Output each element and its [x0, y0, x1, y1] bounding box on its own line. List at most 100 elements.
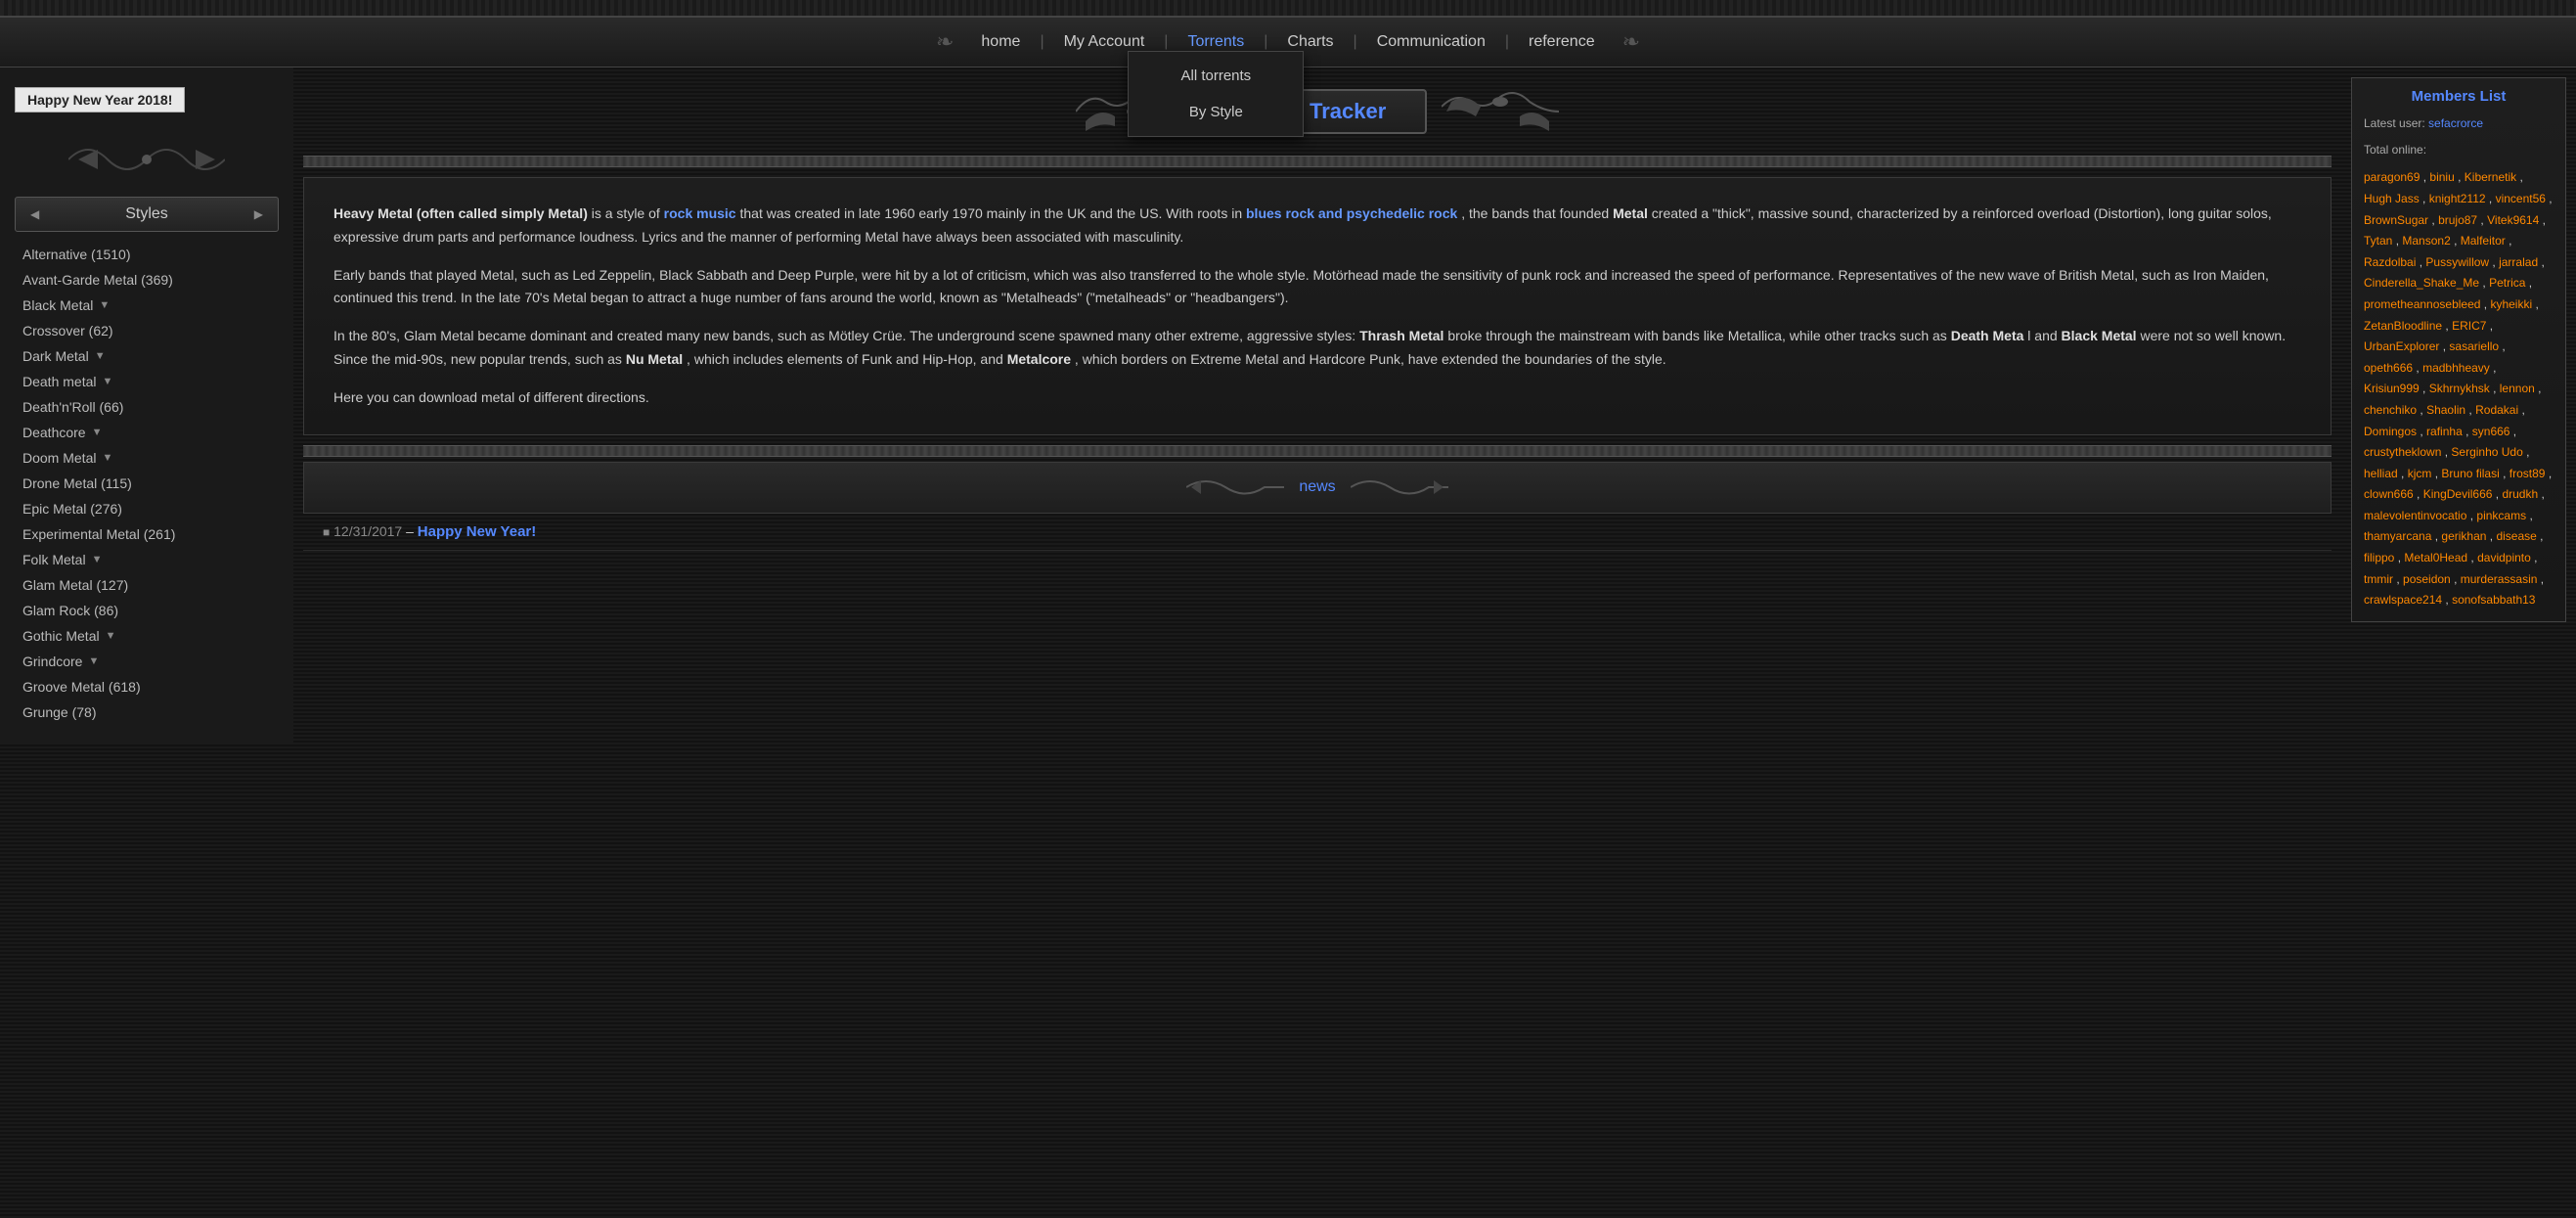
- online-user-13[interactable]: Pussywillow: [2425, 255, 2489, 269]
- description-p1: Heavy Metal (often called simply Metal) …: [333, 203, 2301, 249]
- sidebar-style-item-2[interactable]: Black Metal▼: [15, 293, 279, 318]
- desc-rock-music: rock music: [664, 205, 736, 221]
- sidebar-style-item-17[interactable]: Groove Metal (618): [15, 674, 279, 699]
- online-user-31[interactable]: Domingos: [2364, 425, 2417, 438]
- online-user-51[interactable]: tmmir: [2364, 572, 2393, 586]
- online-user-32[interactable]: rafinha: [2426, 425, 2463, 438]
- sidebar-style-item-5[interactable]: Death metal▼: [15, 369, 279, 394]
- online-user-8[interactable]: Vitek9614: [2487, 213, 2539, 227]
- latest-user-link[interactable]: sefacrorce: [2428, 116, 2483, 130]
- online-user-45[interactable]: thamyarcana: [2364, 529, 2431, 543]
- online-user-36[interactable]: helliad: [2364, 467, 2398, 480]
- sidebar-style-item-14[interactable]: Glam Rock (86): [15, 598, 279, 623]
- online-user-0[interactable]: paragon69: [2364, 170, 2420, 184]
- online-user-23[interactable]: opeth666: [2364, 361, 2413, 375]
- online-user-41[interactable]: KingDevil666: [2423, 487, 2493, 501]
- online-user-39[interactable]: frost89: [2509, 467, 2546, 480]
- nav-right-deco: ❧: [1622, 29, 1640, 55]
- online-user-54[interactable]: crawlspace214: [2364, 593, 2442, 607]
- desc-p1-mid3: , the bands that founded: [1457, 205, 1613, 221]
- online-user-25[interactable]: Krisiun999: [2364, 382, 2420, 395]
- sidebar-style-item-13[interactable]: Glam Metal (127): [15, 572, 279, 598]
- style-dropdown-arrow-12: ▼: [92, 554, 103, 565]
- nav-item-reference[interactable]: reference: [1511, 29, 1613, 55]
- online-user-4[interactable]: knight2112: [2429, 192, 2486, 205]
- online-user-42[interactable]: drudkh: [2502, 487, 2538, 501]
- sidebar-style-item-4[interactable]: Dark Metal▼: [15, 343, 279, 369]
- online-user-3[interactable]: Hugh Jass: [2364, 192, 2420, 205]
- online-user-7[interactable]: brujo87: [2438, 213, 2477, 227]
- online-user-52[interactable]: poseidon: [2403, 572, 2451, 586]
- sidebar-style-item-11[interactable]: Experimental Metal (261): [15, 521, 279, 547]
- online-user-33[interactable]: syn666: [2472, 425, 2510, 438]
- nav-item-communication[interactable]: Communication: [1359, 29, 1503, 55]
- sidebar-style-item-1[interactable]: Avant-Garde Metal (369): [15, 267, 279, 293]
- nav-item-home[interactable]: home: [963, 29, 1038, 55]
- online-user-24[interactable]: madbhheavy: [2422, 361, 2490, 375]
- online-user-15[interactable]: Cinderella_Shake_Me: [2364, 276, 2479, 290]
- sidebar-style-item-15[interactable]: Gothic Metal▼: [15, 623, 279, 649]
- online-user-16[interactable]: Petrica: [2489, 276, 2525, 290]
- online-user-22[interactable]: sasariello: [2449, 339, 2499, 353]
- desc-p3-start: In the 80's, Glam Metal became dominant …: [333, 328, 1359, 343]
- online-user-20[interactable]: ERIC7: [2452, 319, 2486, 333]
- page-layout: Happy New Year 2018! ◀ Styles ▶ Alternat…: [0, 68, 2576, 744]
- online-user-17[interactable]: prometheannosebleed: [2364, 297, 2480, 311]
- online-user-18[interactable]: kyheikki: [2490, 297, 2532, 311]
- online-user-1[interactable]: biniu: [2429, 170, 2454, 184]
- online-user-27[interactable]: lennon: [2500, 382, 2535, 395]
- sidebar-style-item-3[interactable]: Crossover (62): [15, 318, 279, 343]
- online-user-11[interactable]: Malfeitor: [2461, 234, 2506, 248]
- sidebar-style-item-6[interactable]: Death'n'Roll (66): [15, 394, 279, 420]
- online-user-49[interactable]: Metal0Head: [2404, 551, 2467, 564]
- nav-dropdown-by-style[interactable]: By Style: [1129, 94, 1303, 130]
- online-user-48[interactable]: filippo: [2364, 551, 2394, 564]
- sidebar-style-item-12[interactable]: Folk Metal▼: [15, 547, 279, 572]
- sidebar-style-item-9[interactable]: Drone Metal (115): [15, 471, 279, 496]
- online-user-12[interactable]: Razdolbai: [2364, 255, 2416, 269]
- desc-p3-mid4: , which includes elements of Funk and Hi…: [683, 351, 1007, 367]
- online-user-34[interactable]: crustytheklown: [2364, 445, 2441, 459]
- nav-left-deco: ❧: [936, 29, 954, 55]
- news-date-0: 12/31/2017: [333, 523, 402, 539]
- online-user-19[interactable]: ZetanBloodline: [2364, 319, 2442, 333]
- sidebar-style-item-8[interactable]: Doom Metal▼: [15, 445, 279, 471]
- online-user-10[interactable]: Manson2: [2402, 234, 2450, 248]
- sidebar-style-item-0[interactable]: Alternative (1510): [15, 242, 279, 267]
- online-user-14[interactable]: jarralad: [2499, 255, 2538, 269]
- online-user-37[interactable]: kjcm: [2408, 467, 2432, 480]
- online-user-5[interactable]: vincent56: [2496, 192, 2546, 205]
- online-user-38[interactable]: Bruno filasi: [2441, 467, 2499, 480]
- styles-list: Alternative (1510)Avant-Garde Metal (369…: [15, 242, 279, 725]
- desc-blues-rock: blues rock and psychedelic rock: [1246, 205, 1457, 221]
- online-user-30[interactable]: Rodakai: [2475, 403, 2518, 417]
- nav-torrents-dropdown: All torrents By Style: [1128, 51, 1304, 137]
- online-user-53[interactable]: murderassasin: [2461, 572, 2538, 586]
- style-dropdown-arrow-8: ▼: [102, 452, 112, 464]
- online-user-47[interactable]: disease: [2496, 529, 2536, 543]
- news-section: news ■ 12/31/2017 – Happy New Year!: [303, 462, 2332, 551]
- news-right-ornament: [1351, 471, 1448, 505]
- online-user-43[interactable]: malevolentinvocatio: [2364, 509, 2466, 522]
- online-user-55[interactable]: sonofsabbath13: [2452, 593, 2535, 607]
- online-user-44[interactable]: pinkcams: [2476, 509, 2526, 522]
- online-user-46[interactable]: gerikhan: [2441, 529, 2486, 543]
- online-user-26[interactable]: Skhrnykhsk: [2429, 382, 2490, 395]
- online-user-6[interactable]: BrownSugar: [2364, 213, 2428, 227]
- sidebar-style-item-7[interactable]: Deathcore▼: [15, 420, 279, 445]
- online-user-28[interactable]: chenchiko: [2364, 403, 2417, 417]
- navigation-bar: ❧ home | My Account | Torrents All torre…: [0, 18, 2576, 68]
- sidebar-style-item-18[interactable]: Grunge (78): [15, 699, 279, 725]
- online-user-9[interactable]: Tytan: [2364, 234, 2392, 248]
- sidebar-style-item-16[interactable]: Grindcore▼: [15, 649, 279, 674]
- online-user-29[interactable]: Shaolin: [2426, 403, 2465, 417]
- online-user-35[interactable]: Serginho Udo: [2451, 445, 2522, 459]
- sidebar-style-item-10[interactable]: Epic Metal (276): [15, 496, 279, 521]
- online-user-50[interactable]: davidpinto: [2477, 551, 2531, 564]
- nav-dropdown-all-torrents[interactable]: All torrents: [1129, 58, 1303, 94]
- online-user-21[interactable]: UrbanExplorer: [2364, 339, 2439, 353]
- online-user-40[interactable]: clown666: [2364, 487, 2414, 501]
- online-user-2[interactable]: Kibernetik: [2465, 170, 2516, 184]
- nav-torrents-wrapper[interactable]: Torrents All torrents By Style: [1170, 33, 1262, 51]
- news-link-0[interactable]: Happy New Year!: [418, 523, 536, 540]
